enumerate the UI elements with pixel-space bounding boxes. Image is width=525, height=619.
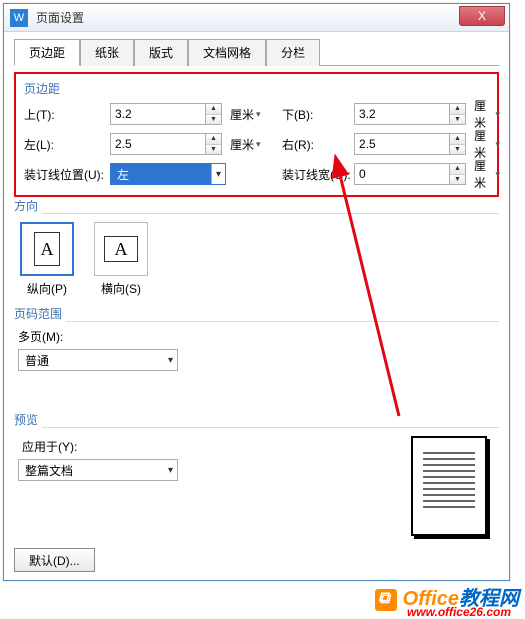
top-label: 上(T): (24, 106, 110, 123)
left-unit[interactable]: 厘米▾ (226, 133, 262, 155)
tab-strip: 页边距 纸张 版式 文档网格 分栏 (14, 38, 499, 66)
gutter-pos-label: 装订线位置(U): (24, 166, 110, 183)
top-input[interactable] (110, 103, 206, 125)
portrait-preview-icon: A (20, 222, 74, 276)
watermark-brand-1: Office (403, 588, 459, 610)
multi-page-value: 普通 (25, 352, 49, 369)
titlebar: W 页面设置 X (4, 4, 509, 32)
multi-page-combo[interactable]: 普通 ▾ (18, 349, 178, 371)
orientation-legend: 方向 (14, 197, 42, 214)
watermark-url: www.office26.com (407, 605, 511, 619)
dialog-footer: 默认(D)... (14, 548, 499, 572)
page-range-legend: 页码范围 (14, 305, 66, 322)
chevron-down-icon: ▾ (211, 164, 225, 184)
top-unit[interactable]: 厘米▾ (226, 103, 262, 125)
portrait-label: 纵向(P) (20, 280, 74, 297)
right-spinner[interactable]: ▲▼ (450, 133, 466, 155)
right-unit[interactable]: 厘米▾ (470, 133, 500, 155)
apply-to-value: 整篇文档 (25, 462, 73, 479)
left-spinner[interactable]: ▲▼ (206, 133, 222, 155)
tab-columns[interactable]: 分栏 (266, 39, 320, 66)
watermark: ⧉ Office教程网 www.office26.com (375, 582, 519, 611)
gutter-pos-value: 左 (117, 166, 129, 183)
bottom-label: 下(B): (282, 106, 354, 123)
chevron-down-icon: ▾ (168, 465, 173, 476)
orientation-landscape[interactable]: A 横向(S) (94, 222, 148, 297)
margins-group-highlight: 页边距 上(T): ▲▼ 厘米▾ 下(B): ▲▼ 厘米▾ 左(L): ▲▼ 厘… (14, 72, 499, 197)
margins-grid: 上(T): ▲▼ 厘米▾ 下(B): ▲▼ 厘米▾ 左(L): ▲▼ 厘米▾ 右… (24, 103, 489, 185)
gutter-width-input[interactable] (354, 163, 450, 185)
page-preview-icon (411, 436, 487, 536)
apply-to-combo[interactable]: 整篇文档 ▾ (18, 459, 178, 481)
gutter-width-spinner[interactable]: ▲▼ (450, 163, 466, 185)
preview-group: 预览 应用于(Y): 整篇文档 ▾ (14, 413, 499, 536)
app-icon: W (10, 9, 28, 27)
bottom-unit[interactable]: 厘米▾ (470, 103, 500, 125)
gutter-width-unit[interactable]: 厘米▾ (470, 163, 500, 185)
apply-to-label: 应用于(Y): (22, 438, 178, 455)
dialog-body: 页边距 纸张 版式 文档网格 分栏 页边距 上(T): ▲▼ 厘米▾ 下(B):… (4, 32, 509, 580)
tab-grid[interactable]: 文档网格 (188, 39, 266, 66)
bottom-spinner[interactable]: ▲▼ (450, 103, 466, 125)
top-spinner[interactable]: ▲▼ (206, 103, 222, 125)
preview-legend: 预览 (14, 411, 42, 428)
margins-legend: 页边距 (24, 80, 489, 97)
window-title: 页面设置 (36, 9, 84, 26)
multi-page-label: 多页(M): (18, 328, 499, 345)
watermark-brand-2: 教程网 (459, 588, 519, 610)
page-range-group: 页码范围 多页(M): 普通 ▾ (14, 307, 499, 371)
gutter-width-label: 装订线宽(G): (282, 166, 354, 183)
landscape-preview-icon: A (94, 222, 148, 276)
tab-paper[interactable]: 纸张 (80, 39, 134, 66)
gutter-pos-combo[interactable]: 左 ▾ (110, 163, 226, 185)
landscape-label: 横向(S) (94, 280, 148, 297)
tab-margins[interactable]: 页边距 (14, 39, 80, 66)
bottom-input[interactable] (354, 103, 450, 125)
left-label: 左(L): (24, 136, 110, 153)
default-button[interactable]: 默认(D)... (14, 548, 95, 572)
right-input[interactable] (354, 133, 450, 155)
left-input[interactable] (110, 133, 206, 155)
orientation-group: 方向 A 纵向(P) A 横向(S) (14, 199, 499, 297)
orientation-portrait[interactable]: A 纵向(P) (20, 222, 74, 297)
close-button[interactable]: X (459, 6, 505, 26)
page-setup-dialog: W 页面设置 X 页边距 纸张 版式 文档网格 分栏 页边距 上(T): ▲▼ … (3, 3, 510, 581)
right-label: 右(R): (282, 136, 354, 153)
chevron-down-icon: ▾ (168, 355, 173, 366)
tab-layout[interactable]: 版式 (134, 39, 188, 66)
